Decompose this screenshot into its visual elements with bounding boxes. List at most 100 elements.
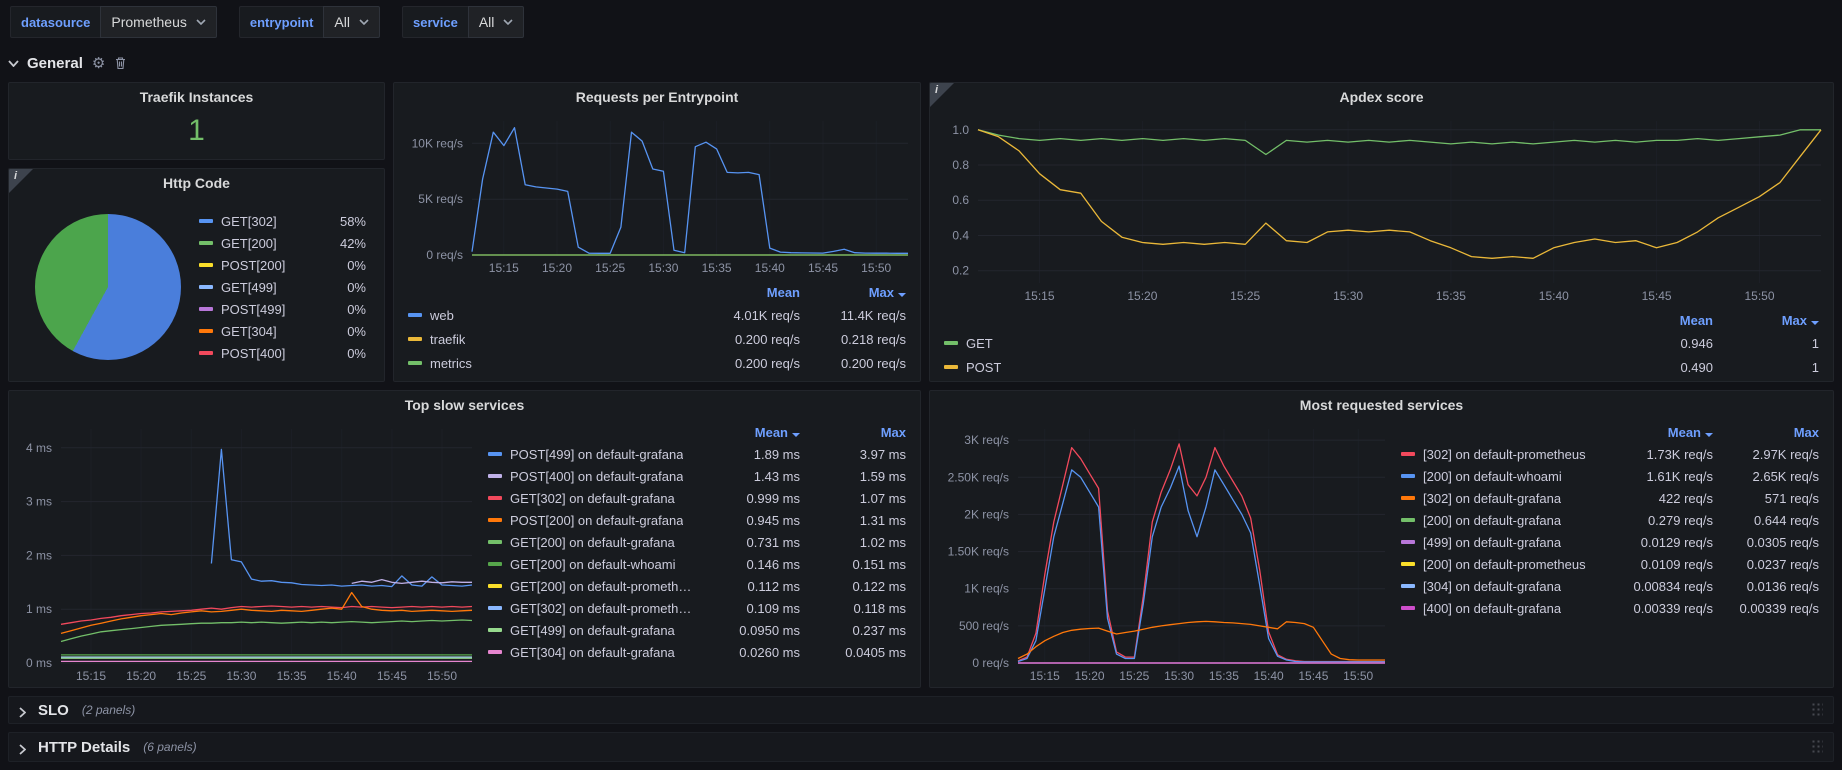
series-mean: 1.43 ms: [694, 469, 800, 484]
legend-item[interactable]: GET[302] on default-grafana0.999 ms1.07 …: [488, 487, 906, 509]
panel-title-top-slow-services[interactable]: Top slow services: [9, 391, 920, 419]
most-requested-services-chart[interactable]: 15:1515:2015:2515:3015:3515:4015:4515:50…: [930, 419, 1397, 687]
series-color-marker: [199, 263, 213, 267]
panel-title-apdex-score[interactable]: Apdex score: [930, 83, 1833, 111]
legend-item[interactable]: web4.01K req/s11.4K req/s: [408, 303, 906, 327]
http-code-pie-chart[interactable]: [35, 214, 181, 360]
svg-text:0 req/s: 0 req/s: [426, 248, 463, 262]
legend-item[interactable]: GET[200]42%: [199, 232, 366, 254]
series-name: POST[400] on default-grafana: [510, 469, 683, 484]
panel-info-icon[interactable]: i: [9, 169, 33, 193]
chevron-down-icon: [196, 19, 206, 25]
series-mean: 0.0260 ms: [694, 645, 800, 660]
legend-item[interactable]: GET[499] on default-grafana0.0950 ms0.23…: [488, 619, 906, 641]
series-mean: 0.999 ms: [694, 491, 800, 506]
svg-text:15:50: 15:50: [427, 669, 457, 683]
series-max: 0.0305 req/s: [1713, 535, 1819, 550]
series-color-marker: [488, 650, 502, 654]
legend-column-mean[interactable]: Mean: [1607, 313, 1713, 328]
trash-icon[interactable]: [114, 56, 127, 70]
sort-caret-icon: [1811, 321, 1819, 325]
series-max: 0.122 ms: [800, 579, 906, 594]
series-name: GET[302] on default-prometheus: [510, 601, 694, 616]
legend-column-max[interactable]: Max: [800, 285, 906, 300]
legend-item[interactable]: [302] on default-prometheus1.73K req/s2.…: [1401, 443, 1819, 465]
legend-item[interactable]: GET[499]0%: [199, 276, 366, 298]
variable-datasource-select[interactable]: Prometheus: [100, 6, 216, 38]
legend-item[interactable]: GET[302]58%: [199, 210, 366, 232]
legend-item[interactable]: POST[400]0%: [199, 342, 366, 364]
svg-text:15:25: 15:25: [595, 261, 625, 275]
legend-item[interactable]: [400] on default-grafana0.00339 req/s0.0…: [1401, 597, 1819, 619]
panel-info-icon[interactable]: i: [930, 83, 954, 107]
row-http-details[interactable]: HTTP Details (6 panels): [8, 732, 1834, 762]
panel-title-most-requested-services[interactable]: Most requested services: [930, 391, 1833, 419]
svg-text:15:20: 15:20: [1075, 669, 1105, 683]
legend-item[interactable]: [304] on default-grafana0.00834 req/s0.0…: [1401, 575, 1819, 597]
legend-item[interactable]: POST[499] on default-grafana1.89 ms3.97 …: [488, 443, 906, 465]
legend-column-mean[interactable]: Mean: [1607, 425, 1713, 440]
variable-service-select[interactable]: All: [468, 6, 525, 38]
series-color-marker: [1401, 584, 1415, 588]
legend-item[interactable]: [200] on default-whoami1.61K req/s2.65K …: [1401, 465, 1819, 487]
legend-item[interactable]: GET[302] on default-prometheus0.109 ms0.…: [488, 597, 906, 619]
legend-column-max[interactable]: Max: [800, 425, 906, 440]
svg-text:15:45: 15:45: [1642, 289, 1672, 303]
row-slo[interactable]: SLO (2 panels): [8, 696, 1834, 724]
legend-column-mean[interactable]: Mean: [694, 285, 800, 300]
series-max: 0.0405 ms: [800, 645, 906, 660]
legend-item[interactable]: metrics0.200 req/s0.200 req/s: [408, 351, 906, 375]
panel-apdex-score: i Apdex score 15:1515:2015:2515:3015:351…: [929, 82, 1834, 382]
drag-handle[interactable]: [1811, 702, 1823, 718]
legend-column-mean[interactable]: Mean: [694, 425, 800, 440]
panel-title-requests-per-entrypoint[interactable]: Requests per Entrypoint: [394, 83, 920, 111]
row-general[interactable]: General ⚙: [8, 48, 127, 78]
series-max: 571 req/s: [1713, 491, 1819, 506]
requests-per-entrypoint-chart[interactable]: 15:1515:2015:2515:3015:3515:4015:4515:50…: [394, 111, 920, 279]
series-name: GET: [966, 336, 993, 351]
svg-text:15:35: 15:35: [1209, 669, 1239, 683]
series-name: GET[200] on default-prometheus: [510, 579, 694, 594]
legend-item[interactable]: [302] on default-grafana422 req/s571 req…: [1401, 487, 1819, 509]
apdex-score-chart[interactable]: 15:1515:2015:2515:3015:3515:4015:4515:50…: [930, 111, 1833, 307]
legend-item[interactable]: POST[400] on default-grafana 1.43 ms1.59 …: [488, 465, 906, 487]
series-max: 1.59 ms: [800, 469, 906, 484]
apdex-score-legend: MeanMax GET0.9461POST0.4901: [930, 307, 1833, 381]
panel-title-http-code[interactable]: Http Code: [9, 169, 384, 197]
legend-item[interactable]: POST[499]0%: [199, 298, 366, 320]
legend-item[interactable]: GET[200] on default-prometheus0.112 ms0.…: [488, 575, 906, 597]
series-max: 1: [1713, 336, 1819, 351]
legend-item[interactable]: [200] on default-grafana0.279 req/s0.644…: [1401, 509, 1819, 531]
chevron-down-icon: [503, 19, 513, 25]
legend-value: 0%: [322, 302, 366, 317]
svg-text:5K req/s: 5K req/s: [418, 192, 463, 206]
legend-item[interactable]: [499] on default-grafana0.0129 req/s0.03…: [1401, 531, 1819, 553]
legend-column-max[interactable]: Max: [1713, 313, 1819, 328]
svg-text:15:25: 15:25: [176, 669, 206, 683]
legend-value: 0%: [322, 258, 366, 273]
series-mean: 0.490: [1607, 360, 1713, 375]
legend-item[interactable]: POST[200]0%: [199, 254, 366, 276]
traefik-instances-stat-value: 1: [9, 111, 384, 159]
legend-item[interactable]: traefik0.200 req/s0.218 req/s: [408, 327, 906, 351]
legend-column-max[interactable]: Max: [1713, 425, 1819, 440]
legend-item[interactable]: GET[200] on default-whoami0.146 ms0.151 …: [488, 553, 906, 575]
legend-item[interactable]: GET[304] on default-grafana0.0260 ms0.04…: [488, 641, 906, 663]
variable-service: service All: [402, 6, 524, 38]
legend-item[interactable]: POST0.4901: [944, 355, 1819, 379]
top-slow-services-chart[interactable]: 15:1515:2015:2515:3015:3515:4015:4515:50…: [9, 419, 484, 687]
legend-item[interactable]: GET[200] on default-grafana0.731 ms1.02 …: [488, 531, 906, 553]
gear-icon[interactable]: ⚙: [92, 56, 105, 71]
legend-item[interactable]: GET[304]0%: [199, 320, 366, 342]
series-max: 1.31 ms: [800, 513, 906, 528]
legend-item[interactable]: [200] on default-prometheus0.0109 req/s0…: [1401, 553, 1819, 575]
panel-title-traefik-instances[interactable]: Traefik Instances: [9, 83, 384, 111]
series-color-marker: [488, 628, 502, 632]
svg-text:15:30: 15:30: [648, 261, 678, 275]
legend-item[interactable]: GET0.9461: [944, 331, 1819, 355]
variable-entrypoint-select[interactable]: All: [323, 6, 380, 38]
drag-handle[interactable]: [1811, 739, 1823, 755]
legend-item[interactable]: POST[200] on default-grafana0.945 ms1.31…: [488, 509, 906, 531]
chevron-down-icon: [8, 60, 18, 66]
series-mean: 0.0129 req/s: [1607, 535, 1713, 550]
